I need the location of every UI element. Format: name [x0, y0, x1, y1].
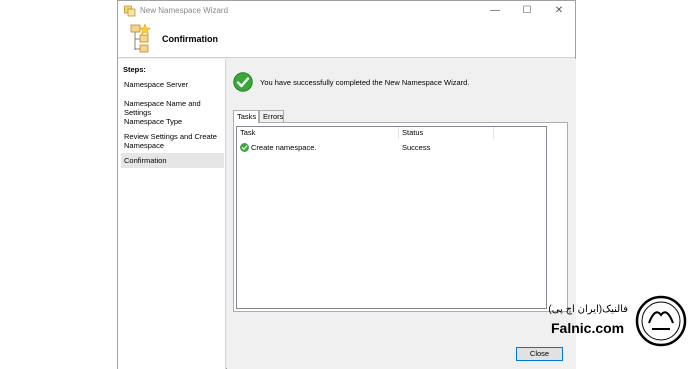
tab-tasks[interactable]: Tasks — [233, 110, 259, 124]
column-header-task[interactable]: Task — [237, 127, 399, 139]
brand-persian-name: فالنیک(ایران اچ پی) — [548, 304, 628, 315]
namespace-app-icon — [124, 5, 136, 17]
window-title: New Namespace Wizard — [140, 6, 229, 15]
column-header-status[interactable]: Status — [399, 127, 494, 139]
step-namespace-server: Namespace Server — [124, 80, 189, 89]
wizard-window: New Namespace Wizard — ☐ ✕ Confirmation … — [117, 0, 576, 369]
iranhp-logo-icon — [635, 295, 687, 347]
namespace-tree-icon — [130, 23, 152, 53]
task-status: Success — [402, 143, 431, 152]
minimize-button[interactable]: — — [479, 1, 511, 21]
success-check-icon — [240, 143, 249, 152]
content-area: You have successfully completed the New … — [227, 59, 576, 369]
title-bar[interactable]: New Namespace Wizard — ☐ ✕ — [118, 1, 575, 21]
close-window-button[interactable]: ✕ — [543, 1, 575, 21]
step-confirmation: Confirmation — [121, 153, 224, 168]
steps-heading: Steps: — [123, 65, 146, 74]
step-namespace-name-settings: Namespace Name and Settings — [124, 99, 201, 117]
wizard-header: Confirmation — [118, 21, 575, 58]
brand-domain: Falnic.com — [551, 320, 625, 336]
tasks-list[interactable]: Task Status Create namespace. Success — [236, 126, 547, 309]
brand-watermark: فالنیک(ایران اچ پی) Falnic.com — [545, 293, 690, 353]
task-name: Create namespace. — [251, 143, 317, 152]
steps-sidebar: Steps: Namespace Server Namespace Name a… — [118, 59, 226, 369]
page-title: Confirmation — [162, 34, 218, 44]
success-message: You have successfully completed the New … — [260, 78, 470, 87]
step-review-settings: Review Settings and Create Namespace — [124, 132, 217, 150]
maximize-button[interactable]: ☐ — [511, 1, 543, 21]
tasks-panel: Task Status Create namespace. Success — [233, 122, 568, 312]
step-namespace-type: Namespace Type — [124, 117, 183, 126]
success-check-icon — [233, 72, 253, 92]
